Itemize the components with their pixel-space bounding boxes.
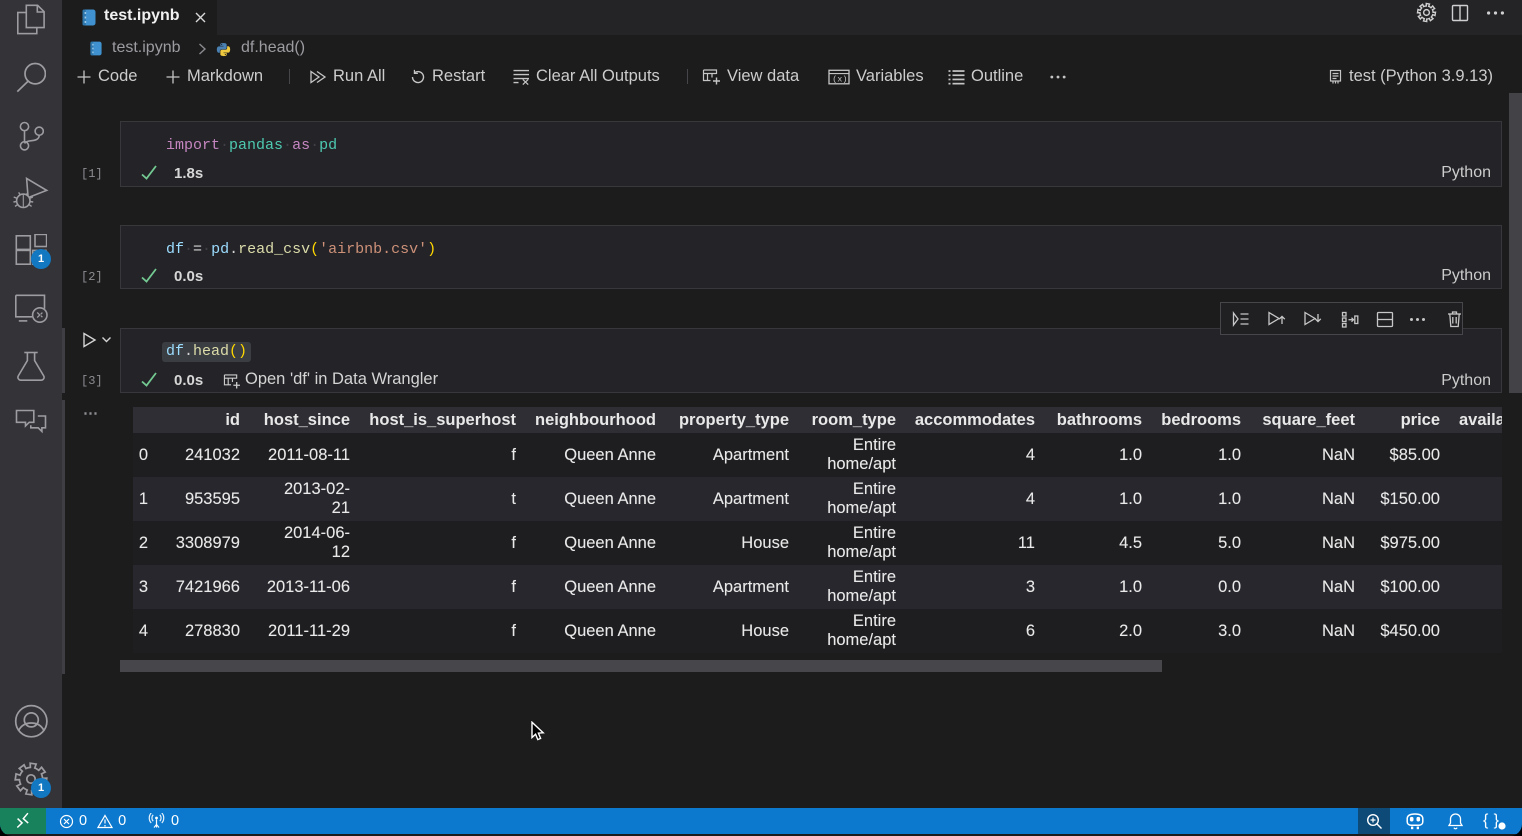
svg-text:(x): (x)	[832, 74, 847, 84]
